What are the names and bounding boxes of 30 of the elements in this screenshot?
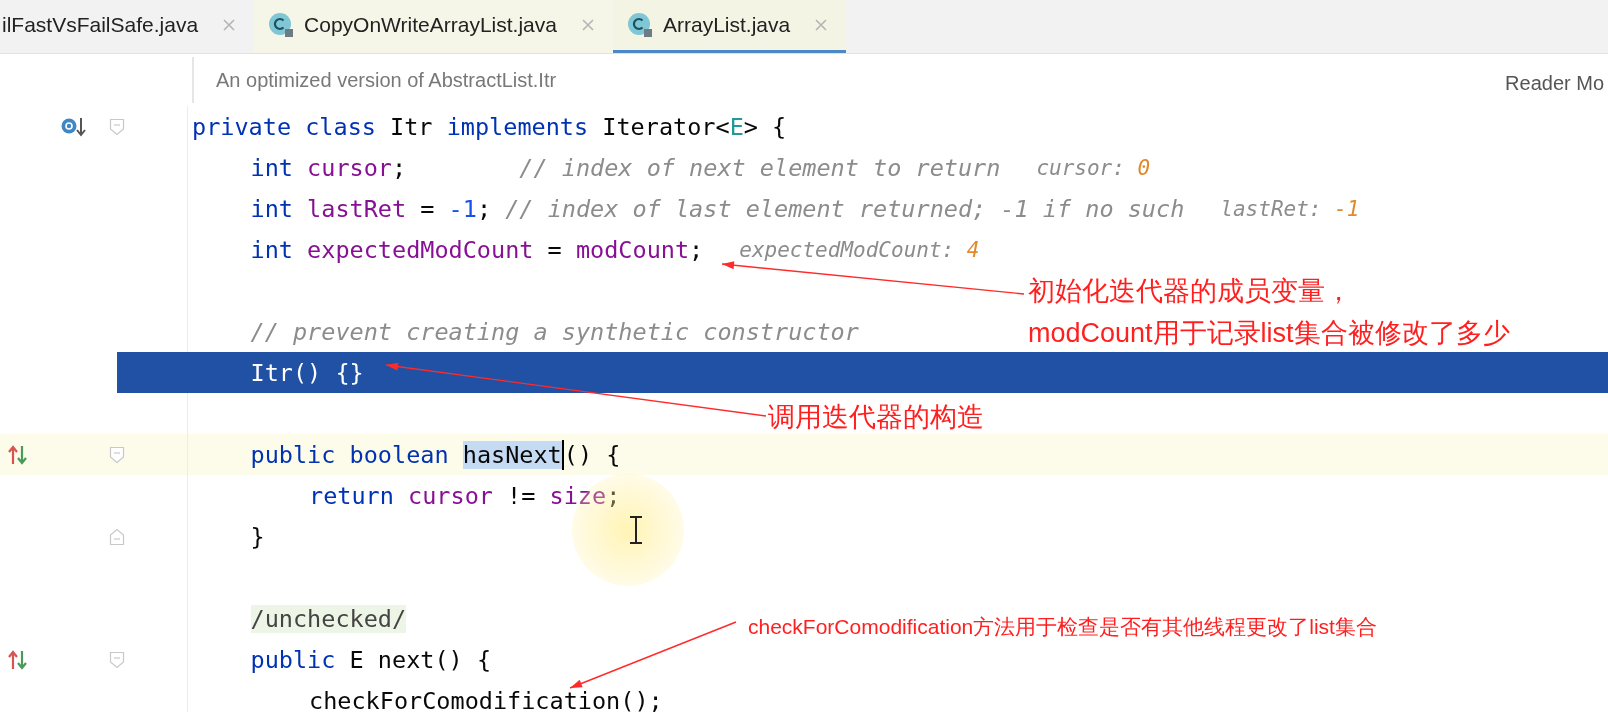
code-line: int cursor; // index of next element to return	[250, 153, 1001, 182]
fold-icon[interactable]	[109, 445, 125, 464]
editor-tab[interactable]: CopyOnWriteArrayList.java	[254, 0, 613, 53]
code-line: checkForComodification();	[309, 686, 663, 712]
inlay-hint: lastRet: -1	[1220, 196, 1360, 221]
fold-icon[interactable]	[109, 117, 125, 136]
code-line: public boolean hasNext() {	[250, 439, 621, 470]
inlay-hint: expectedModCount: 4	[739, 237, 980, 262]
annotation-note: checkForComodification方法用于检查是否有其他线程更改了list集合	[748, 614, 1377, 640]
editor-tab[interactable]: ArrayList.java	[612, 0, 847, 53]
reader-mode-button[interactable]: Reader Mo	[1505, 71, 1604, 95]
code-line: Itr() {}	[250, 358, 364, 387]
code-line: return cursor != size;	[309, 481, 621, 510]
editor-tab[interactable]: ilFastVsFailSafe.java	[0, 0, 255, 53]
annotation-note: 调用迭代器的构造	[768, 401, 984, 434]
close-icon[interactable]	[814, 18, 829, 32]
code-line: // prevent creating a synthetic constructor	[250, 317, 859, 346]
annotation-note: 初始化迭代器的成员变量， modCount用于记录list集合被修改了多少	[1028, 275, 1510, 350]
text-cursor-icon	[628, 515, 644, 545]
code-line: private class Itr implements Iterator<E> {	[192, 112, 787, 141]
code-line: public E next() {	[250, 645, 492, 674]
unfold-icon[interactable]	[109, 527, 125, 546]
close-icon[interactable]	[580, 18, 595, 32]
doc-comment: An optimized version of AbstractList.Itr	[216, 68, 557, 92]
inlay-hint: cursor: 0	[1036, 155, 1151, 180]
close-icon[interactable]	[222, 18, 237, 32]
code-line: int expectedModCount = modCount;	[250, 235, 704, 264]
fold-icon[interactable]	[109, 650, 125, 669]
code-line: }	[250, 522, 265, 551]
code-line: int lastRet = -1; // index of last element returned; -1 if no such	[250, 194, 1185, 223]
